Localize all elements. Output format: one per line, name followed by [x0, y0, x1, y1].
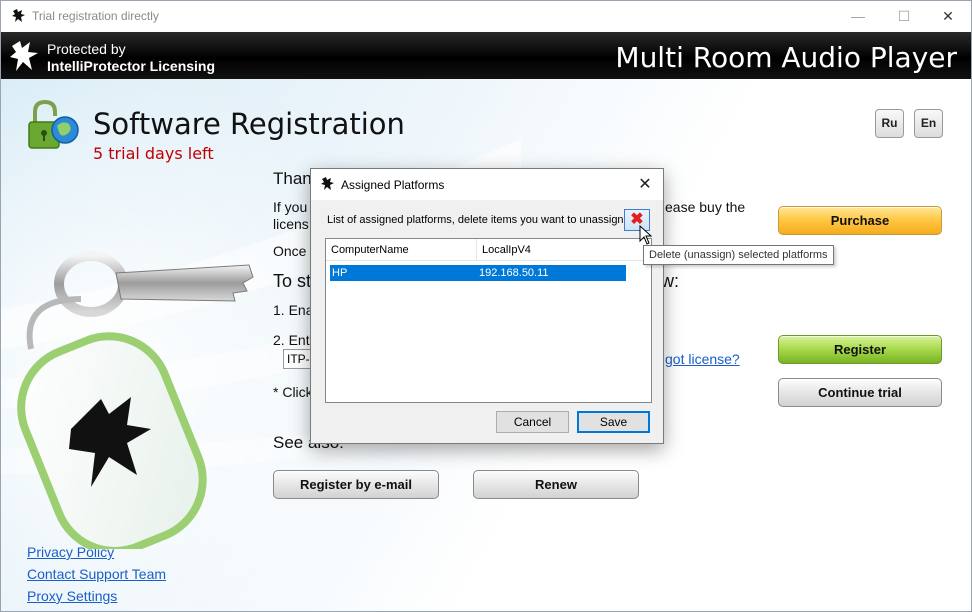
thanks-text: Than: [273, 169, 312, 188]
save-button[interactable]: Save: [577, 411, 650, 433]
header-band: Protected by IntelliProtector Licensing …: [1, 32, 971, 79]
dialog-close-icon[interactable]: ✕: [635, 174, 655, 194]
delete-tooltip: Delete (unassign) selected platforms: [643, 245, 834, 265]
proxy-settings-link[interactable]: Proxy Settings: [27, 588, 117, 604]
listview-header: ComputerName LocalIpV4: [326, 239, 651, 261]
purchase-button[interactable]: Purchase: [778, 206, 942, 235]
renew-button[interactable]: Renew: [473, 470, 639, 499]
maximize-button[interactable]: ☐: [881, 1, 927, 31]
dragon-icon: [321, 177, 334, 190]
continue-trial-button[interactable]: Continue trial: [778, 378, 942, 407]
key-tag-illustration: [17, 251, 254, 549]
forgot-license-link[interactable]: got license?: [665, 351, 740, 367]
language-ru-button[interactable]: Ru: [875, 109, 904, 138]
licensing-label: IntelliProtector Licensing: [47, 58, 216, 74]
register-button[interactable]: Register: [778, 335, 942, 364]
column-header-computername[interactable]: ComputerName: [326, 239, 477, 261]
register-by-email-button[interactable]: Register by e-mail: [273, 470, 439, 499]
platforms-listview[interactable]: ComputerName LocalIpV4 HP 192.168.50.11: [325, 238, 652, 403]
if-you-text: If you: [273, 199, 308, 215]
close-button[interactable]: ✕: [925, 1, 971, 31]
minimize-button[interactable]: —: [835, 1, 881, 31]
lock-globe-icon: [28, 100, 79, 149]
dialog-instruction: List of assigned platforms, delete items…: [327, 214, 624, 226]
column-header-localip[interactable]: LocalIpV4: [477, 239, 627, 261]
product-name: Multi Room Audio Player: [615, 41, 957, 74]
registration-window: Trial registration directly — ☐ ✕ Protec…: [0, 0, 972, 612]
assigned-platforms-dialog: Assigned Platforms ✕ List of assigned pl…: [310, 168, 664, 444]
window-title: Trial registration directly: [32, 9, 159, 23]
page-title: Software Registration: [93, 107, 405, 141]
dialog-title: Assigned Platforms: [341, 178, 445, 192]
buy-text: ease buy the: [665, 199, 746, 215]
cancel-button[interactable]: Cancel: [496, 411, 569, 433]
dragon-icon: [12, 9, 25, 22]
cell-local-ip: 192.168.50.11: [479, 267, 549, 279]
mouse-pointer-icon: [639, 225, 653, 245]
window-titlebar: Trial registration directly — ☐ ✕: [1, 1, 971, 31]
contact-support-link[interactable]: Contact Support Team: [27, 566, 166, 582]
trial-days-label: 5 trial days left: [93, 144, 214, 163]
cell-computer-name: HP: [332, 267, 348, 279]
language-en-button[interactable]: En: [914, 109, 943, 138]
table-row[interactable]: HP 192.168.50.11: [330, 265, 626, 281]
dragon-logo-icon: [10, 41, 38, 71]
dialog-titlebar: Assigned Platforms ✕: [311, 169, 663, 200]
protected-by-label: Protected by: [47, 41, 126, 57]
